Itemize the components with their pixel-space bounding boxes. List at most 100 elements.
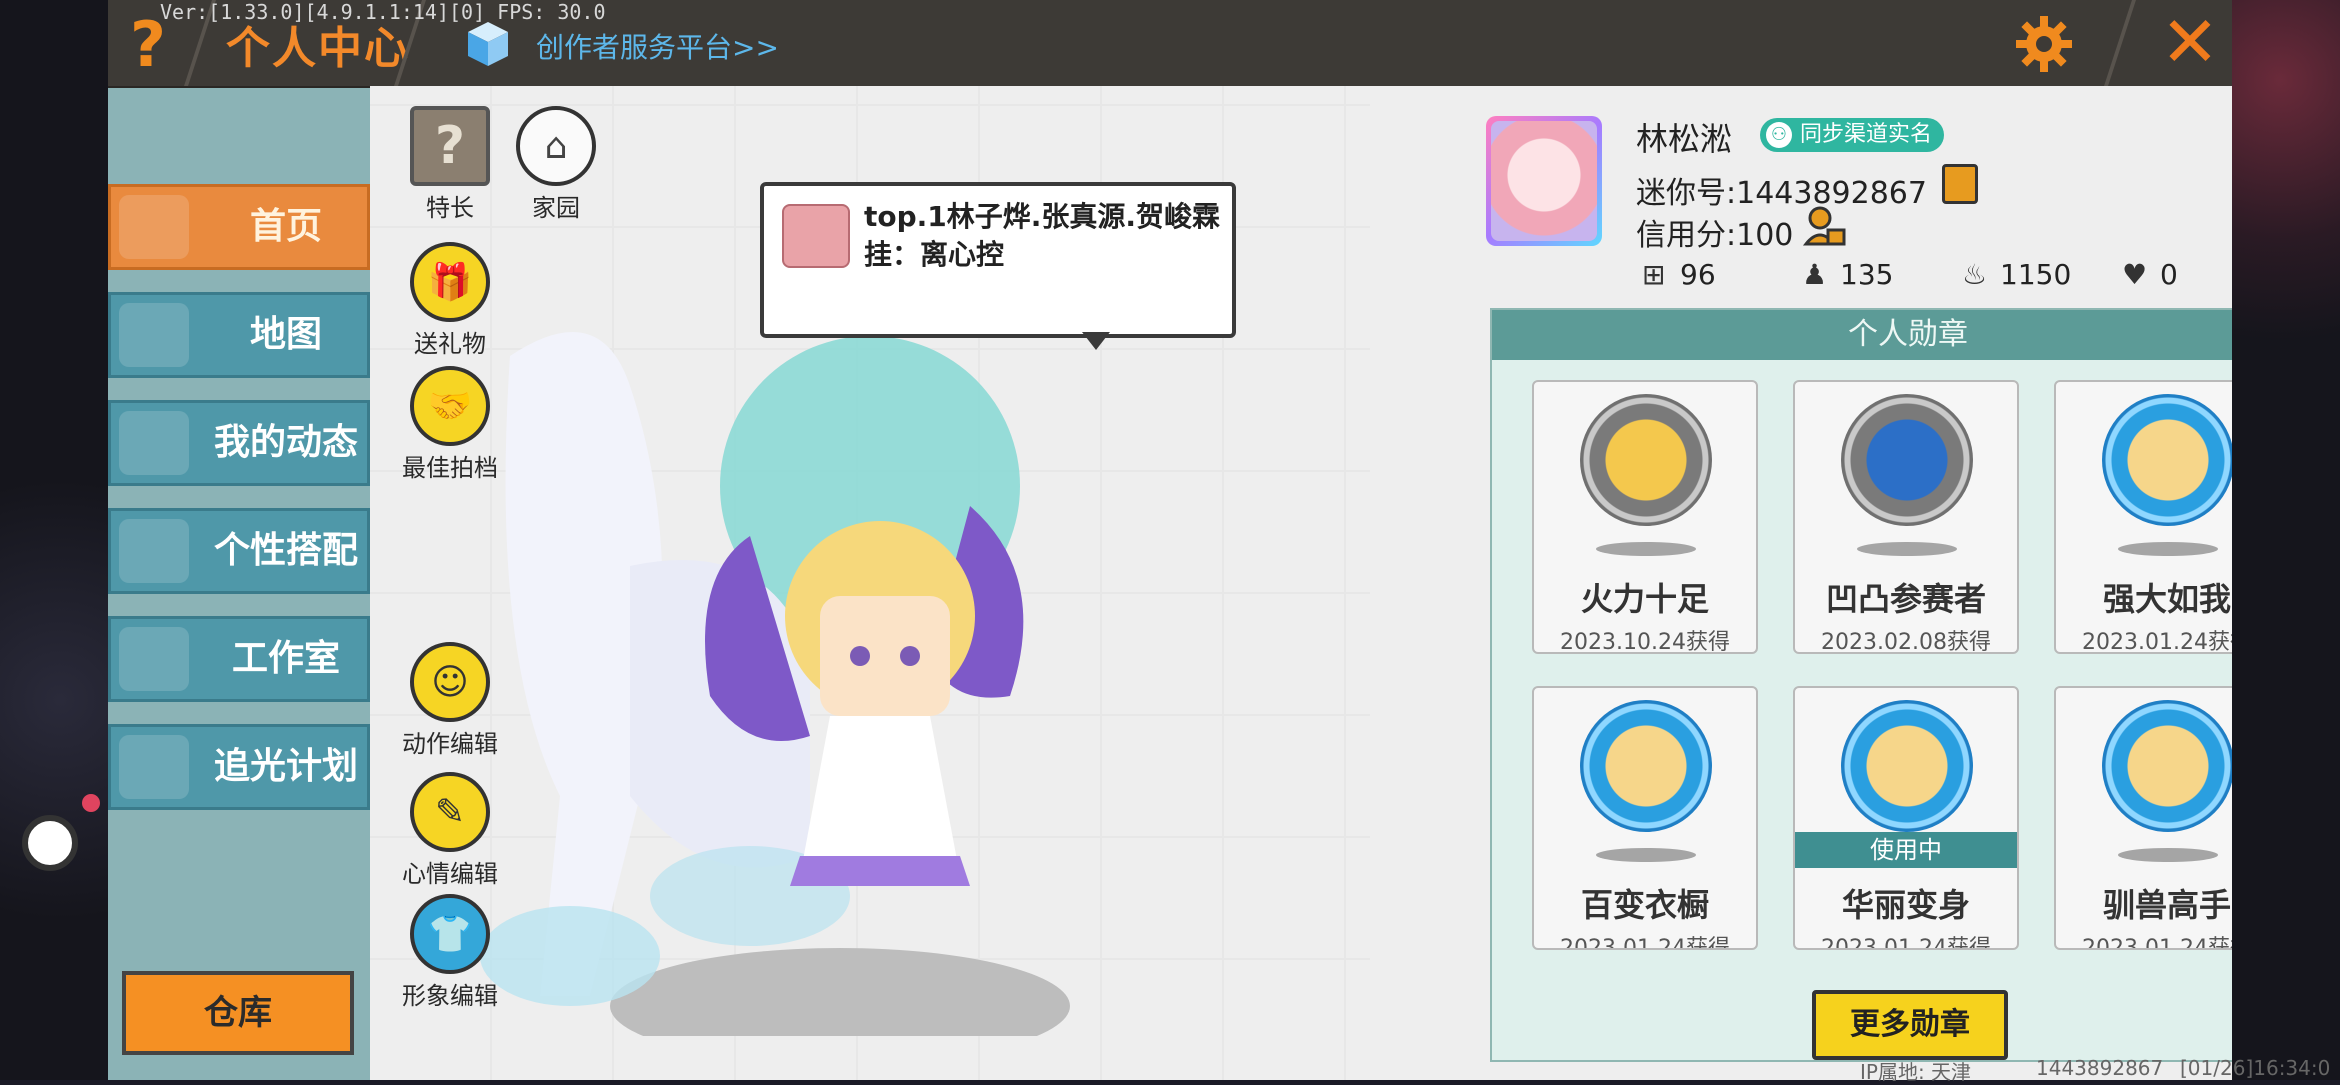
creator-platform-link[interactable]: 创作者服务平台>> xyxy=(536,26,779,66)
avatar-character[interactable] xyxy=(450,236,1070,1036)
best-partner-button[interactable]: 🤝 最佳拍档 xyxy=(390,366,510,483)
medal-shadow xyxy=(2118,542,2218,556)
ip-location: IP属地: 天津 xyxy=(1860,1060,1972,1084)
home-icon xyxy=(119,195,189,259)
sidebar: 首页 地图 我的动态 个性搭配 工作室 追光计划 仓库 xyxy=(108,88,370,1080)
sidebar-item-outfit[interactable]: 个性搭配 xyxy=(108,508,370,594)
credit-score: 信用分:100 xyxy=(1636,218,1794,253)
status-bubble[interactable]: top.1林子烨.张真源.贺峻霖挂：离心控 xyxy=(760,182,1236,350)
copy-icon[interactable] xyxy=(1942,164,1978,204)
medal-name: 华丽变身 xyxy=(1841,886,1970,924)
medal-icon xyxy=(2102,394,2232,526)
medal-name: 强大如我 xyxy=(2102,580,2231,618)
medal-icon xyxy=(1841,394,1973,526)
in-use-badge: 使用中 xyxy=(1795,832,2017,868)
credit-person-icon[interactable] xyxy=(1802,204,1846,248)
realname-badge[interactable]: ⚇ 同步渠道实名 xyxy=(1760,118,1945,152)
sidebar-item-label: 追光计划 xyxy=(213,746,358,787)
close-icon[interactable]: ✕ xyxy=(2158,7,2222,77)
heart-icon: ♥ xyxy=(2122,258,2148,291)
stats-row: ⊞ 96 ♟ 135 ♨ 1150 ♥ 0 xyxy=(1642,258,2232,298)
person-icon: ♟ xyxy=(1802,258,1828,291)
mood-edit-label: 心情编辑 xyxy=(402,860,498,888)
medal-date: 2023.02.08获得 xyxy=(1821,630,1991,654)
sidebar-item-map[interactable]: 地图 xyxy=(108,292,370,378)
medal-shadow xyxy=(1596,848,1696,862)
sidebar-item-activity[interactable]: 我的动态 xyxy=(108,400,370,486)
shirt-icon: 👕 xyxy=(410,894,490,974)
medal-shadow xyxy=(1596,542,1696,556)
medal-date: 2023.01.24获得 xyxy=(2082,630,2232,654)
map-icon xyxy=(119,303,189,367)
fire-icon: ♨ xyxy=(1962,258,1988,291)
cube-icon[interactable] xyxy=(466,20,510,68)
medal-date: 2023.01.24获得 xyxy=(2082,936,2232,950)
edit-pencil-icon: ✎ xyxy=(410,772,490,852)
sidebar-item-home[interactable]: 首页 xyxy=(108,184,370,270)
medal-name: 凹凸参赛者 xyxy=(1825,580,1986,618)
sidebar-item-label: 工作室 xyxy=(231,638,340,679)
medal-name: 驯兽高手 xyxy=(2102,886,2231,924)
medal-card[interactable]: 百变衣橱 2023.01.24获得 xyxy=(1532,686,1758,950)
floating-assistive-button[interactable] xyxy=(22,815,78,871)
version-text: Ver:[1.33.0][4.9.1.1:14][0] FPS: 30.0 xyxy=(160,0,606,24)
stat-followers-value: 135 xyxy=(1840,258,1894,291)
medal-date: 2023.01.24获得 xyxy=(1821,936,1991,950)
medal-icon xyxy=(2102,700,2232,832)
specialty-button[interactable]: ? 特长 xyxy=(390,106,510,223)
sidebar-item-label: 个性搭配 xyxy=(213,530,358,571)
sidebar-item-label: 地图 xyxy=(249,314,322,355)
question-box-icon: ? xyxy=(410,106,490,186)
sidebar-item-light-plan[interactable]: 追光计划 xyxy=(108,724,370,810)
studio-icon xyxy=(119,627,189,691)
action-edit-label: 动作编辑 xyxy=(402,730,498,758)
avatar[interactable] xyxy=(1486,116,1602,246)
more-medals-button[interactable]: 更多勋章 xyxy=(1812,990,2008,1060)
stat-followers[interactable]: ♟ 135 xyxy=(1802,258,1893,291)
medal-icon xyxy=(1580,700,1712,832)
gift-icon: 🎁 xyxy=(410,242,490,322)
stat-plus-value: 96 xyxy=(1680,258,1716,291)
bell-icon xyxy=(119,411,189,475)
medal-card[interactable]: 驯兽高手 2023.01.24获得 xyxy=(2054,686,2232,950)
notification-dot xyxy=(82,794,100,812)
look-edit-label: 形象编辑 xyxy=(402,982,498,1010)
look-edit-button[interactable]: 👕 形象编辑 xyxy=(390,894,510,1011)
user-name: 林松淞 xyxy=(1636,120,1733,158)
home-button[interactable]: ⌂ 家园 xyxy=(496,106,616,223)
medals-panel: 个人勋章 火力十足 2023.10.24获得 凹凸参赛者 2023.02.08获… xyxy=(1490,308,2232,1068)
sidebar-item-studio[interactable]: 工作室 xyxy=(108,616,370,702)
status-text: top.1林子烨.张真源.贺峻霖挂：离心控 xyxy=(864,200,1221,271)
stat-likes[interactable]: ♥ 0 xyxy=(2122,258,2178,291)
medal-card[interactable]: 强大如我 2023.01.24获得 xyxy=(2054,380,2232,654)
stat-fire[interactable]: ♨ 1150 xyxy=(1962,258,2071,291)
home-label: 家园 xyxy=(532,194,580,222)
house-icon: ⌂ xyxy=(516,106,596,186)
profile-info: 林松淞 ⚇ 同步渠道实名 迷你号:1443892867 信用分:100 ⊞ 96 ♟… xyxy=(1370,86,2232,1080)
divider xyxy=(2104,0,2136,86)
medal-name: 火力十足 xyxy=(1580,580,1709,618)
mini-id: 迷你号:1443892867 xyxy=(1636,176,1927,211)
warehouse-button[interactable]: 仓库 xyxy=(122,971,354,1055)
medal-card[interactable]: 凹凸参赛者 2023.02.08获得 xyxy=(1793,380,2019,654)
medal-date: 2023.01.24获得 xyxy=(1560,936,1730,950)
footer-timestamp: [01/26]16:34:0 xyxy=(2180,1056,2331,1080)
medal-card[interactable]: 火力十足 2023.10.24获得 xyxy=(1532,380,1758,654)
action-figure-icon: ☺ xyxy=(410,642,490,722)
partner-label: 最佳拍档 xyxy=(402,454,498,482)
action-edit-button[interactable]: ☺ 动作编辑 xyxy=(390,642,510,759)
plus-square-icon: ⊞ xyxy=(1642,258,1666,291)
footer-user-id: 1443892867 xyxy=(2036,1056,2164,1080)
sidebar-item-label: 我的动态 xyxy=(213,422,358,463)
gear-icon[interactable] xyxy=(2014,14,2074,74)
avatar-image xyxy=(1491,121,1597,241)
sidebar-item-label: 首页 xyxy=(249,206,322,247)
medal-shadow xyxy=(1857,542,1957,556)
stat-plus[interactable]: ⊞ 96 xyxy=(1642,258,1716,291)
medal-card[interactable]: 使用中 华丽变身 2023.01.24获得 xyxy=(1793,686,2019,950)
bubble-tail xyxy=(1082,332,1110,350)
bubble-avatar xyxy=(782,204,850,268)
mood-edit-button[interactable]: ✎ 心情编辑 xyxy=(390,772,510,889)
send-gift-button[interactable]: 🎁 送礼物 xyxy=(390,242,510,359)
specialty-label: 特长 xyxy=(426,194,474,222)
